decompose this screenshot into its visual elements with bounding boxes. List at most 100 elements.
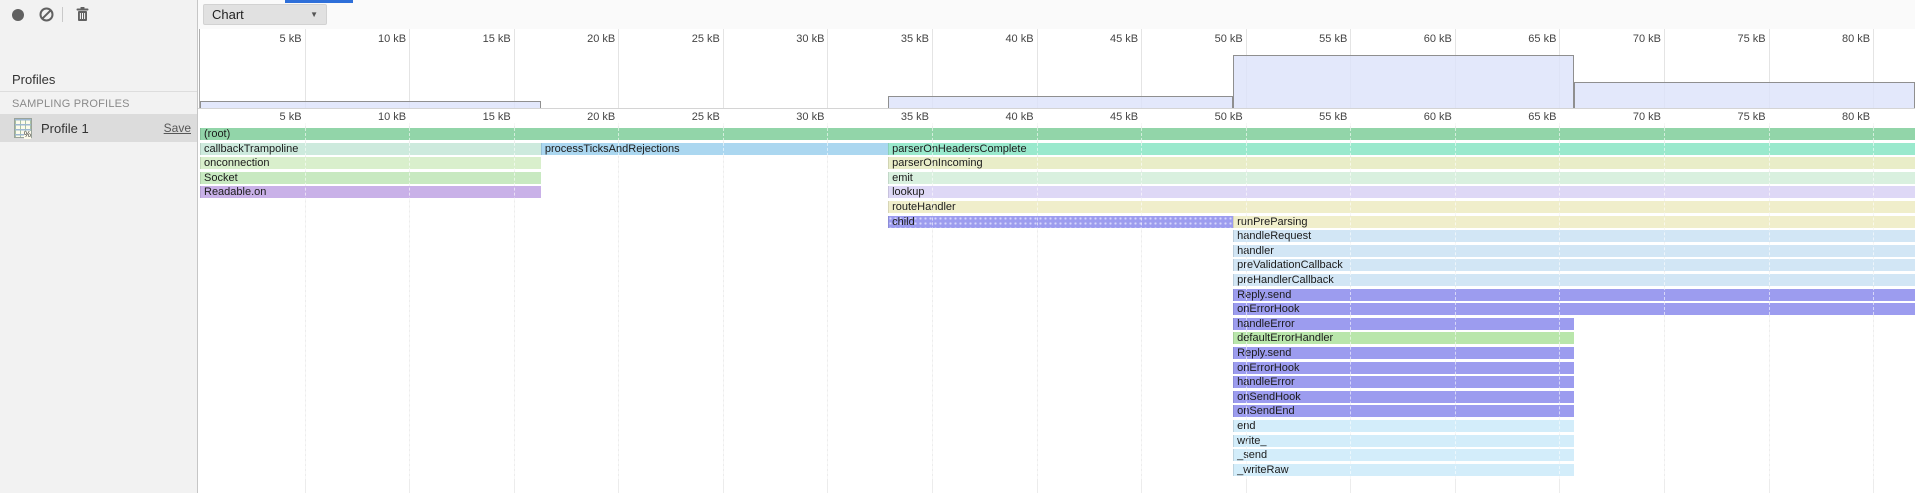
gridline — [409, 29, 410, 108]
gridline-dashed — [1873, 123, 1874, 479]
ruler-a-tick-label: 40 kB — [1005, 33, 1033, 45]
ruler-a-tick-label: 75 kB — [1737, 33, 1765, 45]
gridline — [618, 29, 619, 108]
profiler-panel: Chart ▼ Profiles SAMPLING PROFILES % Pro… — [0, 0, 1915, 493]
ruler-a-tick-label: 60 kB — [1424, 33, 1452, 45]
profile-icon: % — [14, 118, 32, 138]
overview-baseline — [198, 108, 1915, 109]
block-icon — [39, 7, 54, 22]
gridline-dashed — [723, 123, 724, 479]
profile-name: Profile 1 — [41, 121, 89, 136]
ruler-b-tick-label: 65 kB — [1528, 111, 1556, 123]
ruler-b-tick-label: 70 kB — [1633, 111, 1661, 123]
delete-profile-button[interactable] — [72, 0, 92, 29]
flame-frame-routehandler[interactable]: routeHandler — [888, 201, 1915, 213]
ruler-a-tick-label: 25 kB — [692, 33, 720, 45]
ruler-b-tick-label: 35 kB — [901, 111, 929, 123]
flame-frame-defaulterrorhandler[interactable]: defaultErrorHandler — [1233, 332, 1574, 344]
flame-frame-handler[interactable]: handler — [1233, 245, 1915, 257]
ruler-b-tick-label: 50 kB — [1215, 111, 1243, 123]
percent-badge: % — [24, 131, 31, 139]
flame-frame-processticksandrejections[interactable]: processTicksAndRejections — [541, 143, 888, 155]
ruler-a-tick-label: 80 kB — [1842, 33, 1870, 45]
ruler-b-tick-label: 55 kB — [1319, 111, 1347, 123]
save-profile-link[interactable]: Save — [164, 121, 191, 135]
ruler-a-tick-label: 20 kB — [587, 33, 615, 45]
gridline — [723, 29, 724, 108]
toolbar-separator — [62, 7, 63, 22]
ruler-a-tick-label: 50 kB — [1215, 33, 1243, 45]
sidebar-item-profile-1[interactable]: % Profile 1 Save — [0, 114, 197, 142]
gridline-dashed — [827, 123, 828, 479]
ruler-a-tick-label: 55 kB — [1319, 33, 1347, 45]
toolbar-left-section — [0, 0, 198, 29]
flame-frame-reply.send[interactable]: Reply.send — [1233, 347, 1574, 359]
overview-segment — [1233, 55, 1574, 108]
flame-frame-child[interactable]: child — [888, 216, 1233, 228]
flame-frame-handleerror[interactable]: handleError — [1233, 318, 1574, 330]
gridline-dashed — [1037, 123, 1038, 479]
ruler-a-tick-label: 10 kB — [378, 33, 406, 45]
ruler-b-tick-label: 10 kB — [378, 111, 406, 123]
clear-button[interactable] — [36, 0, 56, 29]
ruler-b-tick-label: 15 kB — [483, 111, 511, 123]
record-icon — [11, 8, 25, 22]
overview-segment — [1574, 82, 1915, 108]
flame-frame-onsendhook[interactable]: onSendHook — [1233, 391, 1574, 403]
flame-frame-handlerequest[interactable]: handleRequest — [1233, 230, 1915, 242]
ruler-b-tick-label: 30 kB — [796, 111, 824, 123]
flame-frame-onerrorhook[interactable]: onErrorHook — [1233, 362, 1574, 374]
record-button[interactable] — [8, 0, 28, 29]
flame-frame-onconnection[interactable]: onconnection — [200, 157, 541, 169]
flame-frame-reply.send[interactable]: Reply.send — [1233, 289, 1915, 301]
ruler-b-tick-label: 60 kB — [1424, 111, 1452, 123]
ruler-b-tick-label: 75 kB — [1737, 111, 1765, 123]
flame-frame-end[interactable]: end — [1233, 420, 1574, 432]
ruler-a-tick-label: 45 kB — [1110, 33, 1138, 45]
overview-segment — [888, 96, 1233, 108]
gridline — [305, 29, 306, 108]
ruler-a-tick-label: 35 kB — [901, 33, 929, 45]
flame-frame-prehandlercallback[interactable]: preHandlerCallback — [1233, 274, 1915, 286]
ruler-b-tick-label: 80 kB — [1842, 111, 1870, 123]
ruler-a-tick-label: 5 kB — [280, 33, 302, 45]
flame-frame-socket[interactable]: Socket — [200, 172, 541, 184]
gridline-dashed — [1664, 123, 1665, 479]
gridline-dashed — [1246, 123, 1247, 479]
flame-frame-_send[interactable]: _send — [1233, 449, 1574, 461]
gridline-dashed — [1350, 123, 1351, 479]
trash-icon — [76, 7, 89, 22]
ruler-b-tick-label: 20 kB — [587, 111, 615, 123]
flame-frame-prevalidationcallback[interactable]: preValidationCallback — [1233, 259, 1915, 271]
flame-frame-onerrorhook[interactable]: onErrorHook — [1233, 303, 1915, 315]
view-mode-select[interactable]: Chart ▼ — [203, 4, 327, 25]
flame-chart-pane: 5 kB 10 kB 15 kB 20 kB 25 kB 30 kB 35 kB 40 kB 4… — [198, 29, 1915, 493]
gridline-dashed — [1559, 123, 1560, 479]
flame-frame-_writeraw[interactable]: _writeRaw — [1233, 464, 1574, 476]
flame-frame-runpreparsing[interactable]: runPreParsing — [1233, 216, 1915, 228]
flame-frame-onsendend[interactable]: onSendEnd — [1233, 405, 1574, 417]
gridline-dashed — [409, 123, 410, 479]
gridline-dashed — [1141, 123, 1142, 479]
flame-frame-parseronheaderscomplete[interactable]: parserOnHeadersComplete — [888, 143, 1915, 155]
flame-frame-root[interactable]: (root) — [200, 128, 1915, 140]
flame-frame-readable.on[interactable]: Readable.on — [200, 186, 541, 198]
ruler-b-tick-label: 45 kB — [1110, 111, 1138, 123]
flame-frame-callbacktrampoline[interactable]: callbackTrampoline — [200, 143, 541, 155]
toolbar: Chart ▼ — [0, 0, 1915, 30]
flame-frame-handleerror[interactable]: handleError — [1233, 376, 1574, 388]
flame-frame-emit[interactable]: emit — [888, 172, 1915, 184]
sidebar-divider — [0, 91, 197, 92]
ruler-a-tick-label: 15 kB — [483, 33, 511, 45]
gridline-dashed — [932, 123, 933, 479]
gridline-dashed — [618, 123, 619, 479]
gridline-dashed — [1769, 123, 1770, 479]
profiles-sidebar: Profiles SAMPLING PROFILES % Profile 1 S… — [0, 29, 198, 493]
flame-frame-parseronincoming[interactable]: parserOnIncoming — [888, 157, 1915, 169]
gridline — [827, 29, 828, 108]
sampling-profiles-section-label: SAMPLING PROFILES — [12, 98, 130, 110]
flame-frame-write_[interactable]: write_ — [1233, 435, 1574, 447]
gridline-dashed — [1455, 123, 1456, 479]
ruler-b-tick-label: 25 kB — [692, 111, 720, 123]
flame-frame-lookup[interactable]: lookup — [888, 186, 1915, 198]
